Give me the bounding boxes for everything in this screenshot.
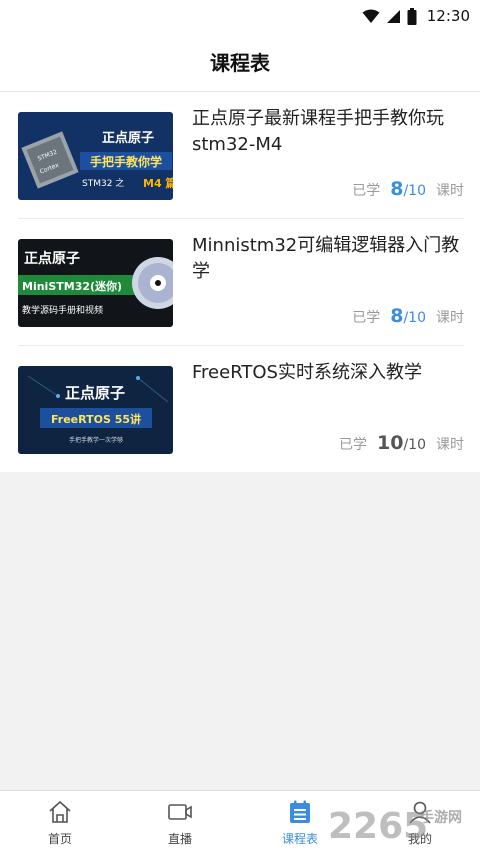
- course-thumbnail: STM32 Cortex 正点原子 手把手教你学 STM32 之 M4 篇: [18, 112, 173, 200]
- nav-live-label: 直播: [167, 832, 192, 846]
- course-list: STM32 Cortex 正点原子 手把手教你学 STM32 之 M4 篇 正点…: [0, 92, 480, 472]
- wifi-icon: [362, 9, 380, 23]
- watermark-number: 2265: [328, 806, 428, 846]
- thumb-subtitle: 手把手教你学: [90, 154, 162, 169]
- progress-learned: 8: [390, 305, 404, 327]
- nav-home-label: 首页: [47, 832, 72, 846]
- course-progress: 已学 8/10 课时: [352, 178, 464, 204]
- progress-total: /10: [403, 183, 426, 199]
- course-progress: 已学 10/10 课时: [339, 432, 464, 458]
- progress-total: /10: [403, 310, 426, 326]
- course-title: 正点原子最新课程手把手教你玩stm32-M4: [192, 108, 444, 155]
- learned-label: 已学: [339, 437, 368, 453]
- thumb-line3: STM32 之: [82, 177, 124, 189]
- thumb-line3: 手把手教学一次学够: [69, 436, 123, 444]
- watermark: 2265 手游网: [328, 800, 478, 847]
- page-title: 课程表: [210, 51, 270, 75]
- thumb-line3-highlight: M4 篇: [143, 176, 173, 190]
- thumb-subtitle: MiniSTM32(迷你): [22, 279, 122, 293]
- course-item[interactable]: STM32 Cortex 正点原子 手把手教你学 STM32 之 M4 篇 正点…: [18, 92, 464, 219]
- course-title: FreeRTOS实时系统深入教学: [192, 362, 422, 383]
- unit-label: 课时: [436, 183, 464, 199]
- thumb-brand: 正点原子: [65, 384, 125, 402]
- course-title: Minnistm32可编辑逻辑器入门教学: [192, 235, 460, 282]
- battery-icon: [407, 7, 417, 25]
- course-thumbnail: 正点原子 FreeRTOS 55讲 手把手教学一次学够: [18, 366, 173, 454]
- learned-label: 已学: [352, 183, 381, 199]
- progress-count: 8/10: [390, 305, 426, 327]
- thumb-subtitle: FreeRTOS 55讲: [51, 412, 141, 426]
- learned-label: 已学: [352, 310, 381, 326]
- course-item[interactable]: 正点原子 MiniSTM32(迷你) 教学源码手册和视频 Minnistm32可…: [18, 219, 464, 346]
- progress-count: 8/10: [390, 178, 426, 200]
- thumb-brand: 正点原子: [102, 130, 154, 146]
- status-bar: 12:30: [0, 0, 480, 32]
- status-time: 12:30: [426, 7, 470, 25]
- progress-learned: 8: [390, 178, 404, 200]
- nav-live[interactable]: 直播: [120, 791, 240, 853]
- video-camera-icon: [168, 804, 192, 820]
- course-thumbnail: 正点原子 MiniSTM32(迷你) 教学源码手册和视频: [18, 239, 173, 327]
- thumb-line3: 教学源码手册和视频: [22, 304, 103, 316]
- course-item[interactable]: 正点原子 FreeRTOS 55讲 手把手教学一次学够 FreeRTOS实时系统…: [18, 346, 464, 473]
- signal-icon: [386, 9, 400, 23]
- nav-home[interactable]: 首页: [0, 791, 120, 853]
- unit-label: 课时: [436, 310, 464, 326]
- schedule-icon: [290, 800, 310, 823]
- unit-label: 课时: [436, 437, 464, 453]
- watermark-text: 手游网: [420, 809, 462, 826]
- home-icon: [49, 800, 71, 823]
- header: 课程表: [0, 32, 480, 92]
- nav-schedule-label: 课程表: [281, 832, 318, 846]
- progress-count: 10/10: [377, 432, 426, 454]
- progress-total: /10: [403, 437, 426, 453]
- thumb-brand: 正点原子: [24, 250, 80, 267]
- progress-learned: 10: [377, 432, 404, 454]
- course-progress: 已学 8/10 课时: [352, 305, 464, 331]
